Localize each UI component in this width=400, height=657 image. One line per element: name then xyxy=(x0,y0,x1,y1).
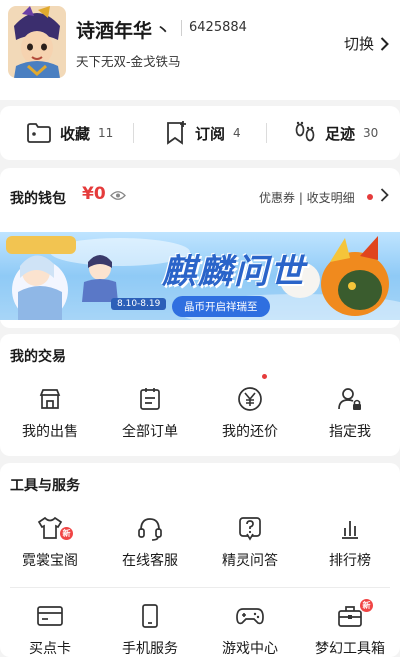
notification-dot xyxy=(367,194,373,200)
cell-label: 精灵问答 xyxy=(222,553,278,569)
toolbox-button[interactable]: 新 梦幻工具箱 xyxy=(300,599,400,657)
mobile-service-button[interactable]: 手机服务 xyxy=(100,601,200,657)
cell-label: 霓裳宝阁 xyxy=(22,553,78,569)
banner-title: 麒麟问世 xyxy=(162,252,306,292)
row-divider xyxy=(10,587,390,588)
buy-card-button[interactable]: 买点卡 xyxy=(0,601,100,657)
favorites-count: 11 xyxy=(98,126,114,140)
bar-chart-icon xyxy=(342,521,358,539)
my-sales-button[interactable]: 我的出售 xyxy=(0,384,100,441)
favorites-stat[interactable]: 收藏 11 xyxy=(26,106,113,160)
bookmark-add-icon xyxy=(167,121,186,145)
leaderboard-button[interactable]: 排行榜 xyxy=(300,513,400,570)
yuan-coin-icon xyxy=(238,387,262,411)
profile-header: 诗酒年华 丶 6425884 天下无双-金戈铁马 切换 xyxy=(0,0,400,100)
chevron-right-icon[interactable] xyxy=(380,188,389,202)
card-icon xyxy=(37,606,63,626)
question-icon xyxy=(239,517,261,541)
user-lock-icon xyxy=(338,388,361,410)
tshirt-icon xyxy=(37,516,63,539)
promo-banner[interactable]: 麒麟问世 8.10-8.19 晶币开启祥瑞至 xyxy=(0,232,400,320)
wallet-balance: ¥0 xyxy=(82,184,106,204)
game-center-button[interactable]: 游戏中心 xyxy=(200,601,300,657)
server-name: 天下无双-金戈铁马 xyxy=(76,54,181,69)
nickname-suffix: 丶 xyxy=(156,22,171,39)
cell-label: 在线客服 xyxy=(122,553,178,569)
folder-icon xyxy=(27,123,51,143)
cell-label: 手机服务 xyxy=(122,641,178,657)
eye-icon[interactable] xyxy=(110,190,126,201)
cell-label: 指定我 xyxy=(329,424,371,440)
stat-divider xyxy=(266,123,267,143)
banner-date: 8.10-8.19 xyxy=(111,298,167,310)
section-title: 我的交易 xyxy=(10,349,66,365)
nickname: 诗酒年华 丶 xyxy=(76,16,170,43)
gamepad-icon xyxy=(236,608,264,625)
switch-label: 切换 xyxy=(344,35,375,53)
designated-me-button[interactable]: 指定我 xyxy=(300,384,400,441)
user-id: 6425884 xyxy=(189,20,247,35)
wallet-links[interactable]: 优惠券 | 收支明细 xyxy=(259,189,355,206)
tools-section: 工具与服务 新 霓裳宝阁 在线客服 精灵问答 排行榜 买点卡 手机服务 游戏中心… xyxy=(0,463,400,657)
favorites-label: 收藏 xyxy=(60,124,91,143)
avatar[interactable] xyxy=(8,6,66,78)
history-stat[interactable]: 足迹 30 xyxy=(293,106,378,160)
order-list-icon xyxy=(140,388,160,410)
section-title: 工具与服务 xyxy=(10,478,80,494)
cell-label: 我的还价 xyxy=(222,424,278,440)
all-orders-button[interactable]: 全部订单 xyxy=(100,384,200,441)
footprints-icon xyxy=(295,121,315,142)
cell-label: 买点卡 xyxy=(29,641,71,657)
cell-label: 全部订单 xyxy=(122,424,178,440)
headset-icon xyxy=(138,518,162,541)
notification-dot xyxy=(262,374,267,379)
new-badge: 新 xyxy=(360,599,373,612)
cell-label: 排行榜 xyxy=(329,553,371,569)
header-divider xyxy=(181,20,182,36)
cell-label: 游戏中心 xyxy=(222,641,278,657)
customer-service-button[interactable]: 在线客服 xyxy=(100,513,200,570)
banner-subtitle: 晶币开启祥瑞至 xyxy=(172,296,270,317)
wallet-title: 我的钱包 xyxy=(10,191,66,207)
history-label: 足迹 xyxy=(325,124,356,143)
phone-icon xyxy=(142,604,158,628)
wardrobe-button[interactable]: 新 霓裳宝阁 xyxy=(0,513,100,570)
subscriptions-label: 订阅 xyxy=(195,124,226,143)
nickname-text: 诗酒年华 xyxy=(76,20,153,42)
trade-section: 我的交易 我的出售 全部订单 我的还价 指定我 xyxy=(0,334,400,456)
cell-label: 梦幻工具箱 xyxy=(315,641,385,657)
stat-divider xyxy=(133,123,134,143)
stats-bar: 收藏 11 订阅 4 足迹 30 xyxy=(0,106,400,160)
cell-label: 我的出售 xyxy=(22,424,78,440)
history-count: 30 xyxy=(363,126,379,140)
qa-button[interactable]: 精灵问答 xyxy=(200,513,300,570)
shop-icon xyxy=(39,389,61,409)
subscriptions-count: 4 xyxy=(233,126,241,140)
new-badge: 新 xyxy=(60,527,73,540)
chevron-right-icon xyxy=(380,36,389,51)
switch-account-button[interactable]: 切换 xyxy=(344,33,389,54)
my-offers-button[interactable]: 我的还价 xyxy=(200,384,300,441)
subscriptions-stat[interactable]: 订阅 4 xyxy=(165,106,241,160)
